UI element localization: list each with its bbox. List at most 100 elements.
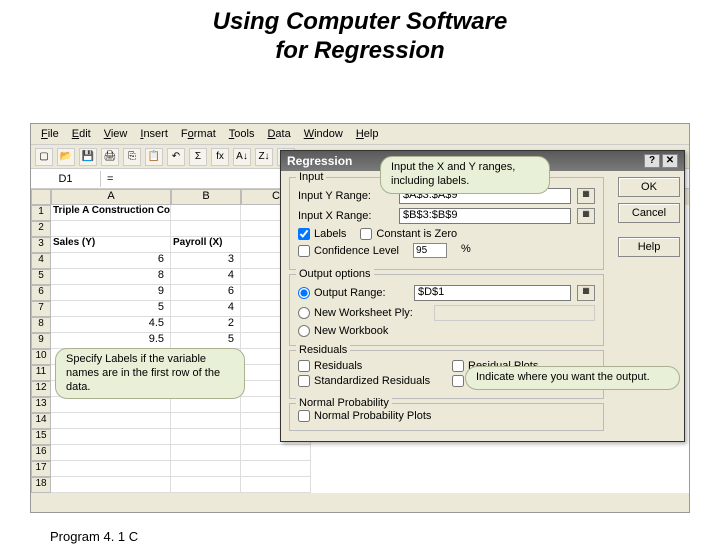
menu-file[interactable]: File (35, 126, 65, 142)
new-icon[interactable]: ▢ (35, 148, 53, 166)
cell[interactable]: 4 (171, 269, 241, 285)
row-header[interactable]: 9 (31, 333, 51, 349)
save-icon[interactable]: 💾 (79, 148, 97, 166)
menu-insert[interactable]: Insert (134, 126, 174, 142)
confidence-checkbox[interactable]: Confidence Level (298, 243, 399, 258)
row-header[interactable]: 5 (31, 269, 51, 285)
cell[interactable]: 9 (51, 285, 171, 301)
cell-header-payroll[interactable]: Payroll (X) (171, 237, 241, 253)
copy-icon[interactable]: ⎘ (123, 148, 141, 166)
help-icon[interactable]: ? (644, 154, 660, 168)
cell[interactable]: 6 (51, 253, 171, 269)
y-refedit-icon[interactable]: ▦ (577, 188, 595, 204)
cell[interactable]: 5 (171, 333, 241, 349)
cell[interactable] (171, 205, 241, 221)
sort-desc-icon[interactable]: Z↓ (255, 148, 273, 166)
menu-data[interactable]: Data (261, 126, 296, 142)
row-header[interactable]: 1 (31, 205, 51, 221)
select-all-corner[interactable] (31, 189, 51, 205)
row-header[interactable]: 11 (31, 365, 51, 381)
cell[interactable] (51, 429, 171, 445)
cell[interactable] (171, 429, 241, 445)
cell[interactable] (241, 461, 311, 477)
row-header[interactable]: 7 (31, 301, 51, 317)
row-header[interactable]: 4 (31, 253, 51, 269)
output-refedit-icon[interactable]: ▦ (577, 285, 595, 301)
cell[interactable] (51, 413, 171, 429)
new-worksheet-input[interactable] (434, 305, 595, 321)
cell[interactable]: 9.5 (51, 333, 171, 349)
cell[interactable] (241, 477, 311, 493)
labels-checkbox[interactable]: Labels (298, 228, 346, 240)
cell[interactable] (51, 445, 171, 461)
new-workbook-radio[interactable]: New Workbook (298, 325, 595, 337)
menu-view[interactable]: View (98, 126, 134, 142)
row-header[interactable]: 16 (31, 445, 51, 461)
undo-icon[interactable]: ↶ (167, 148, 185, 166)
cancel-button[interactable]: Cancel (618, 203, 680, 223)
col-header-b[interactable]: B (171, 189, 241, 205)
cell[interactable]: 2 (171, 317, 241, 333)
cell[interactable]: 4 (171, 301, 241, 317)
row-header[interactable]: 6 (31, 285, 51, 301)
cell[interactable] (51, 461, 171, 477)
cell-title[interactable]: Triple A Construction Company (51, 205, 171, 221)
row-header[interactable]: 13 (31, 397, 51, 413)
row-header[interactable]: 15 (31, 429, 51, 445)
row-header[interactable]: 17 (31, 461, 51, 477)
row-header[interactable]: 18 (31, 477, 51, 493)
cell-header-sales[interactable]: Sales (Y) (51, 237, 171, 253)
print-icon[interactable]: 🖨 (101, 148, 119, 166)
x-refedit-icon[interactable]: ▦ (577, 208, 595, 224)
cell[interactable] (241, 445, 311, 461)
cell[interactable] (51, 477, 171, 493)
cell[interactable]: 8 (51, 269, 171, 285)
open-icon[interactable]: 📂 (57, 148, 75, 166)
cell[interactable]: 3 (171, 253, 241, 269)
cell[interactable] (171, 461, 241, 477)
x-range-label: Input X Range: (298, 210, 393, 222)
close-icon[interactable]: ✕ (662, 154, 678, 168)
output-range-input[interactable]: $D$1 (414, 285, 571, 301)
x-range-input[interactable]: $B$3:$B$9 (399, 208, 571, 224)
name-box[interactable]: D1 (31, 171, 101, 187)
row-header[interactable]: 2 (31, 221, 51, 237)
menu-tools[interactable]: Tools (223, 126, 261, 142)
paste-icon[interactable]: 📋 (145, 148, 163, 166)
cell[interactable]: 4.5 (51, 317, 171, 333)
output-range-radio[interactable]: Output Range: (298, 287, 408, 299)
row-header[interactable]: 3 (31, 237, 51, 253)
cell[interactable]: 6 (171, 285, 241, 301)
menu-edit[interactable]: Edit (66, 126, 97, 142)
ok-button[interactable]: OK (618, 177, 680, 197)
row-header[interactable]: 8 (31, 317, 51, 333)
residuals-checkbox[interactable]: Residuals (298, 360, 438, 372)
callout-output: Indicate where you want the output. (465, 366, 680, 390)
row-header[interactable]: 10 (31, 349, 51, 365)
cell[interactable] (51, 397, 171, 413)
help-button[interactable]: Help (618, 237, 680, 257)
col-header-a[interactable]: A (51, 189, 171, 205)
cell[interactable] (171, 221, 241, 237)
regression-dialog: Regression ? ✕ Input Input Y Range: $A$3… (280, 150, 685, 442)
row-header[interactable]: 12 (31, 381, 51, 397)
sum-icon[interactable]: Σ (189, 148, 207, 166)
sort-asc-icon[interactable]: A↓ (233, 148, 251, 166)
cell[interactable] (171, 477, 241, 493)
cell[interactable] (51, 221, 171, 237)
cell[interactable]: 5 (51, 301, 171, 317)
std-residuals-checkbox[interactable]: Standardized Residuals (298, 375, 438, 387)
row-header[interactable]: 14 (31, 413, 51, 429)
confidence-input[interactable] (413, 243, 447, 258)
constant-zero-checkbox[interactable]: Constant is Zero (360, 228, 457, 240)
normal-prob-checkbox[interactable]: Normal Probability Plots (298, 410, 595, 422)
menu-help[interactable]: Help (350, 126, 385, 142)
cell[interactable] (171, 445, 241, 461)
cell[interactable] (171, 413, 241, 429)
menu-format[interactable]: Format (175, 126, 222, 142)
cell[interactable] (171, 397, 241, 413)
menu-window[interactable]: Window (298, 126, 349, 142)
y-range-label: Input Y Range: (298, 190, 393, 202)
new-worksheet-radio[interactable]: New Worksheet Ply: (298, 307, 428, 319)
fx-icon[interactable]: fx (211, 148, 229, 166)
